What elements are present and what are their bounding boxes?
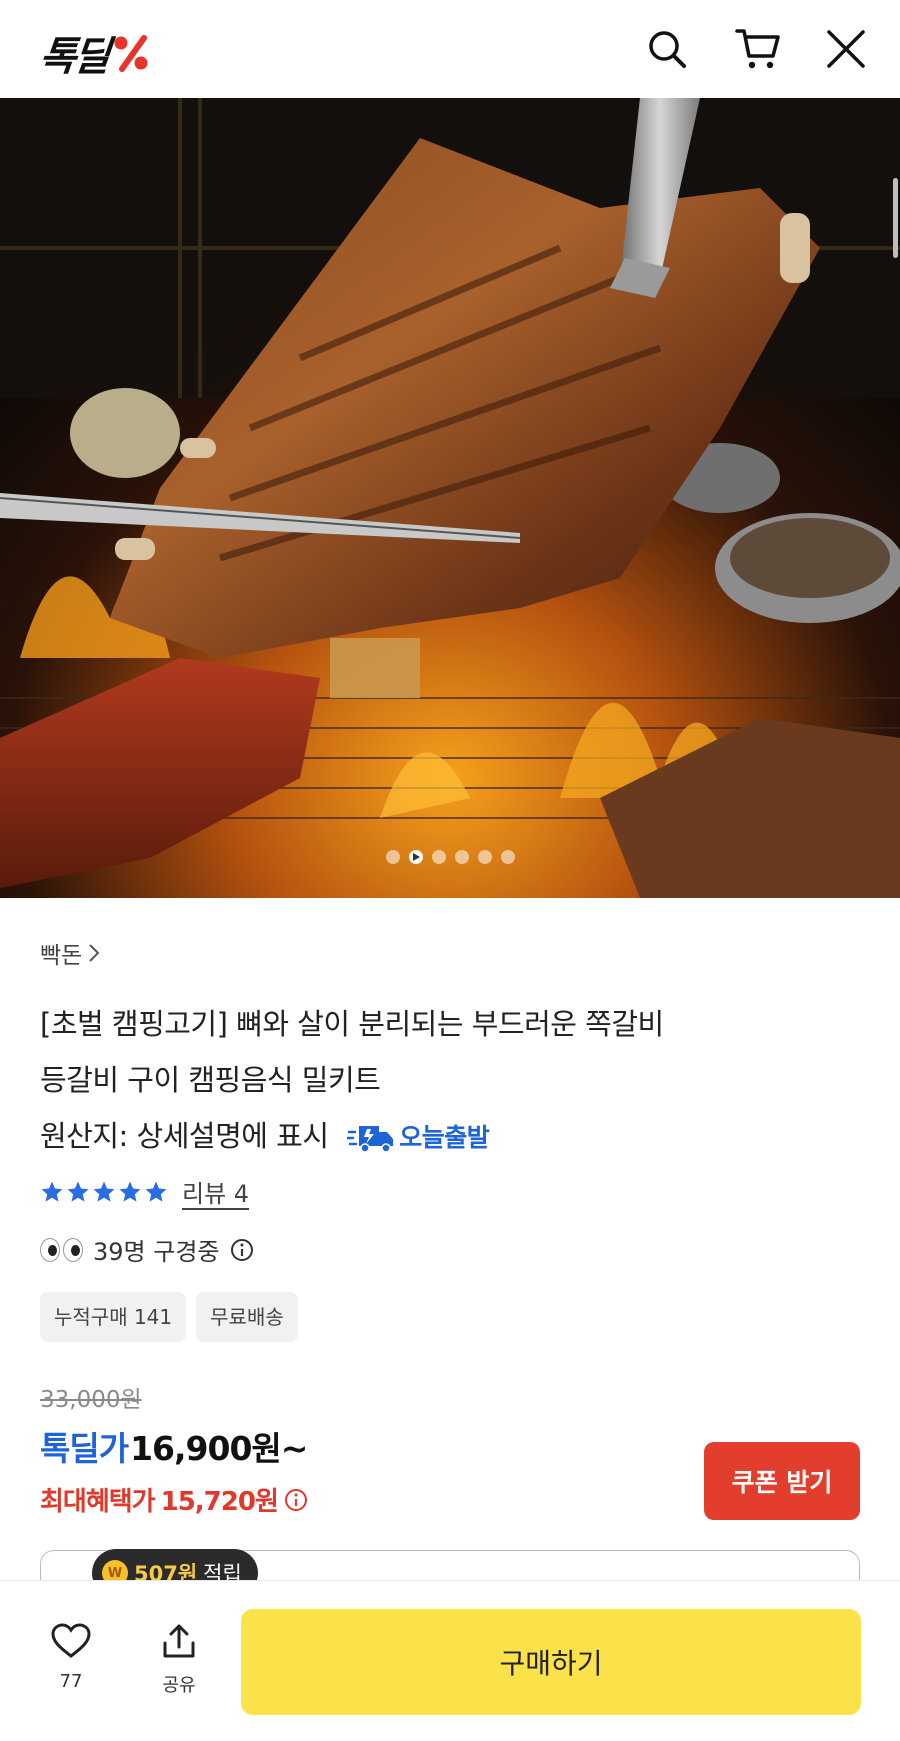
logo[interactable]: 톡딜 <box>37 24 152 82</box>
price-label: 톡딜가 <box>40 1429 129 1468</box>
star-icon <box>145 1181 167 1202</box>
tag-free-shipping: 무료배송 <box>196 1292 298 1342</box>
share-label: 공유 <box>162 1675 196 1696</box>
carousel-dot[interactable] <box>431 850 446 864</box>
star-icon <box>119 1181 141 1202</box>
cart-icon <box>735 29 780 69</box>
product-image-carousel[interactable] <box>0 98 900 898</box>
like-count: 77 <box>59 1671 83 1692</box>
product-photo <box>0 98 900 898</box>
product-title-line3: 원산지: 상세설명에 표시 오늘출발 <box>40 1108 840 1166</box>
original-price: 33,000원 <box>40 1387 142 1413</box>
review-link[interactable]: 리뷰 4 <box>182 1174 249 1209</box>
benefit-value: 15,720원 <box>160 1487 279 1517</box>
product-tags: 누적구매 141 무료배송 <box>40 1292 298 1342</box>
carousel-dot[interactable] <box>454 850 469 864</box>
info-icon[interactable] <box>230 1238 254 1262</box>
chevron-right-icon <box>89 944 100 962</box>
origin-text: 원산지: 상세설명에 표시 <box>40 1119 329 1153</box>
product-title-line1: [초벌 캠핑고기] 뼈와 살이 분리되는 부드러운 쪽갈비 <box>40 1007 664 1041</box>
scrollbar-thumb[interactable] <box>893 178 898 258</box>
viewers-text: 39명 구경중 <box>93 1238 220 1266</box>
close-icon <box>827 30 865 68</box>
product-title-line2: 등갈비 구이 캠핑음식 밀키트 <box>40 1063 381 1097</box>
heart-icon <box>51 1623 91 1658</box>
max-benefit-row: 최대혜택가 15,720원 <box>40 1481 308 1518</box>
price-value: 16,900원~ <box>130 1429 308 1468</box>
buy-button[interactable]: 구매하기 <box>241 1609 861 1715</box>
carousel-dot[interactable] <box>477 850 492 864</box>
star-icon <box>67 1181 89 1202</box>
coupon-button[interactable]: 쿠폰 받기 <box>704 1442 860 1520</box>
logo-text: 톡딜 <box>37 34 110 80</box>
search-icon <box>649 31 686 68</box>
star-icon <box>41 1181 63 1202</box>
play-icon <box>412 853 420 861</box>
percent-logo-icon <box>114 35 148 72</box>
product-title: [초벌 캠핑고기] 뼈와 살이 분리되는 부드러운 쪽갈비 등갈비 구이 캠핑음… <box>40 996 840 1166</box>
store-link[interactable]: 빡돈 <box>40 936 100 970</box>
carousel-dot[interactable] <box>385 850 400 864</box>
today-shipping-text: 오늘출발 <box>399 1123 490 1152</box>
app-header: 톡딜 <box>0 0 900 98</box>
viewers-row: 39명 구경중 <box>40 1232 254 1267</box>
carousel-dot[interactable] <box>500 850 515 864</box>
info-icon[interactable] <box>284 1488 308 1512</box>
star-icon <box>93 1181 115 1202</box>
search-button[interactable] <box>642 24 692 74</box>
rating-row: 리뷰 4 <box>40 1174 249 1209</box>
rating-stars <box>40 1180 168 1204</box>
carousel-indicator <box>0 850 900 864</box>
tag-purchase-count: 누적구매 141 <box>40 1292 187 1342</box>
like-button[interactable]: 77 <box>41 1623 101 1692</box>
share-button[interactable]: 공유 <box>149 1623 209 1697</box>
eyes-icon <box>40 1237 83 1262</box>
benefit-label: 최대혜택가 <box>40 1487 156 1517</box>
today-shipping-badge: 오늘출발 <box>347 1110 490 1166</box>
store-name: 빡돈 <box>40 943 83 969</box>
bottom-action-bar: 77 공유 구매하기 <box>0 1580 900 1741</box>
delivery-truck-icon <box>347 1126 394 1153</box>
carousel-dot-active[interactable] <box>408 850 423 864</box>
share-icon <box>163 1624 195 1658</box>
cart-button[interactable] <box>733 24 783 74</box>
price-row: 톡딜가 16,900원~ <box>40 1422 308 1470</box>
close-button[interactable] <box>821 24 871 74</box>
